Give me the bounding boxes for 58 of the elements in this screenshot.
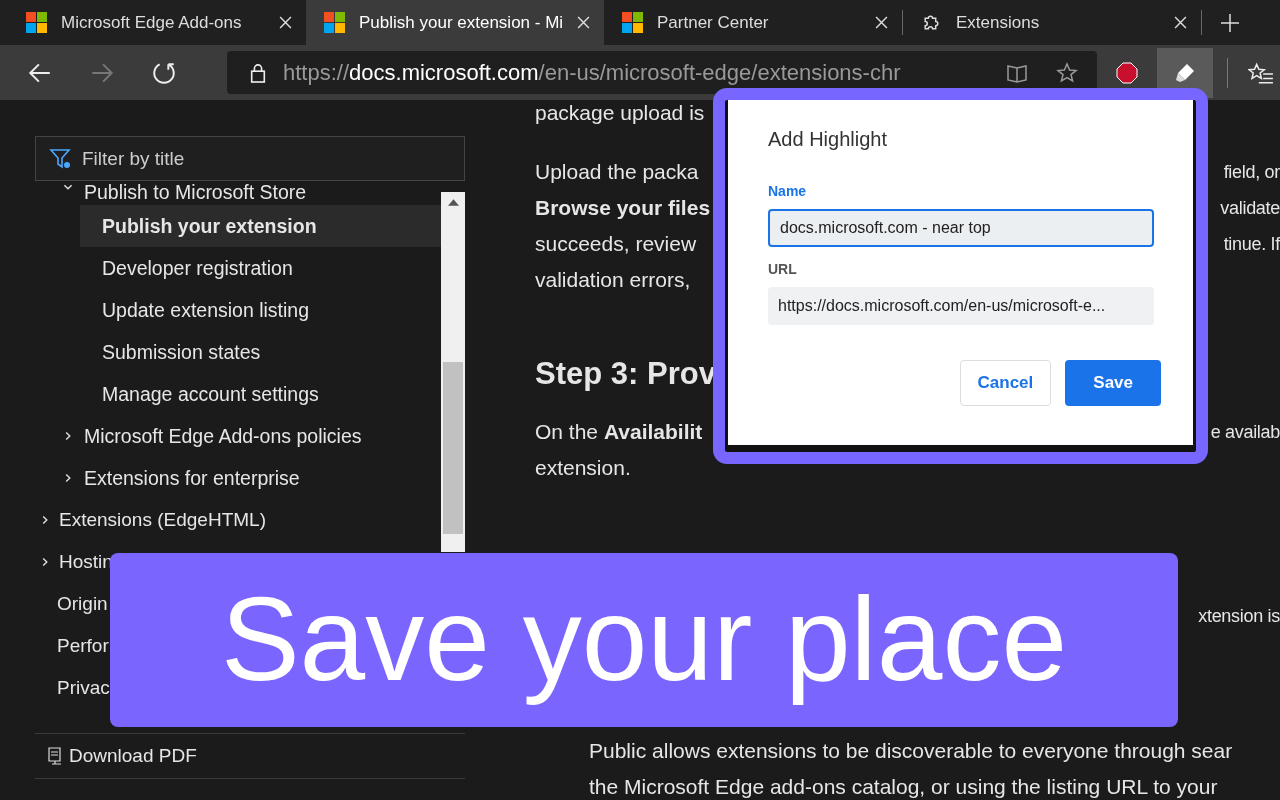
browser-tab[interactable]: Microsoft Edge Add-ons: [8, 0, 306, 45]
nav-item[interactable]: Extensions (EdgeHTML): [35, 499, 266, 541]
nav-item[interactable]: Publish your extension: [80, 205, 441, 247]
nav-item[interactable]: Microsoft Edge Add-ons policies: [35, 415, 441, 457]
nav-item[interactable]: Privac: [35, 667, 110, 709]
paragraph-text: validate: [1220, 197, 1280, 220]
nav-item[interactable]: Manage account settings: [80, 373, 441, 415]
paragraph-text: succeeds, review: [535, 231, 697, 257]
browser-tab[interactable]: Publish your extension - Mi: [306, 0, 604, 45]
paragraph-text: On the Availabilit: [535, 419, 703, 445]
download-pdf-link[interactable]: Download PDF: [35, 734, 465, 779]
nav-item[interactable]: Origin: [35, 583, 108, 625]
paragraph-text: field, or: [1223, 161, 1280, 184]
filter-icon: [49, 147, 73, 171]
paragraph-text: e availab: [1210, 421, 1280, 444]
nav-item[interactable]: Extensions for enterprise: [35, 457, 441, 499]
filter-field[interactable]: Filter by title: [35, 136, 465, 181]
paragraph-text: tinue. If: [1223, 233, 1280, 256]
nav-item[interactable]: Perfor: [35, 625, 109, 667]
paragraph-text: Upload the packa: [535, 159, 699, 185]
paragraph-text: extension.: [535, 455, 631, 481]
scrollbar[interactable]: [441, 192, 465, 552]
dialog-title: Add Highlight: [768, 128, 888, 151]
paragraph-text: Public allows extensions to be discoverable to everyone through sear: [589, 738, 1233, 764]
address-bar[interactable]: https://docs.microsoft.com/en-us/microsoft-edge/extensions-chr: [227, 51, 1097, 94]
windows-logo-icon: [622, 12, 643, 33]
section-heading: Step 3: Prov: [535, 355, 716, 393]
new-tab-icon[interactable]: [1220, 12, 1240, 33]
save-button[interactable]: Save: [1065, 360, 1161, 406]
banner-text: Save your place: [220, 575, 1068, 705]
scroll-up-arrow-icon[interactable]: [447, 199, 459, 206]
field-label: URL: [768, 261, 798, 277]
nav-item[interactable]: Submission states: [80, 331, 441, 373]
url-field[interactable]: https://docs.microsoft.com/en-us/microsoft-e...: [768, 287, 1154, 325]
lock-icon: [249, 61, 267, 84]
nav-item[interactable]: Update extension listing: [80, 289, 441, 331]
close-icon[interactable]: [577, 16, 590, 29]
name-field[interactable]: docs.microsoft.com - near top: [768, 209, 1154, 247]
paragraph-text: validation errors,: [535, 267, 691, 293]
field-label: Name: [768, 183, 808, 199]
paragraph-text: Browse your files: [535, 195, 711, 221]
windows-logo-icon: [26, 12, 47, 33]
paragraph-text: xtension is: [1198, 605, 1280, 628]
nav-item[interactable]: Developer registration: [80, 247, 441, 289]
cancel-button[interactable]: Cancel: [959, 360, 1052, 406]
puzzle-icon: [921, 12, 942, 33]
paragraph-text: package upload is: [535, 100, 705, 126]
nav-item[interactable]: Publish to Microsoft Store: [35, 181, 441, 205]
browser-tab[interactable]: Extensions: [903, 0, 1201, 45]
close-icon[interactable]: [875, 16, 888, 29]
paragraph-text: the Microsoft Edge add-ons catalog, or using the listing URL to your: [589, 774, 1218, 800]
close-icon[interactable]: [1174, 16, 1187, 29]
url-text: https://docs.microsoft.com/en-us/microsoft-edge/extensions-chr: [283, 59, 902, 86]
close-icon[interactable]: [279, 16, 292, 29]
windows-logo-icon: [324, 12, 345, 33]
document-icon: [47, 747, 63, 765]
star-icon[interactable]: [1055, 60, 1079, 85]
browser-tab[interactable]: Partner Center: [604, 0, 902, 45]
